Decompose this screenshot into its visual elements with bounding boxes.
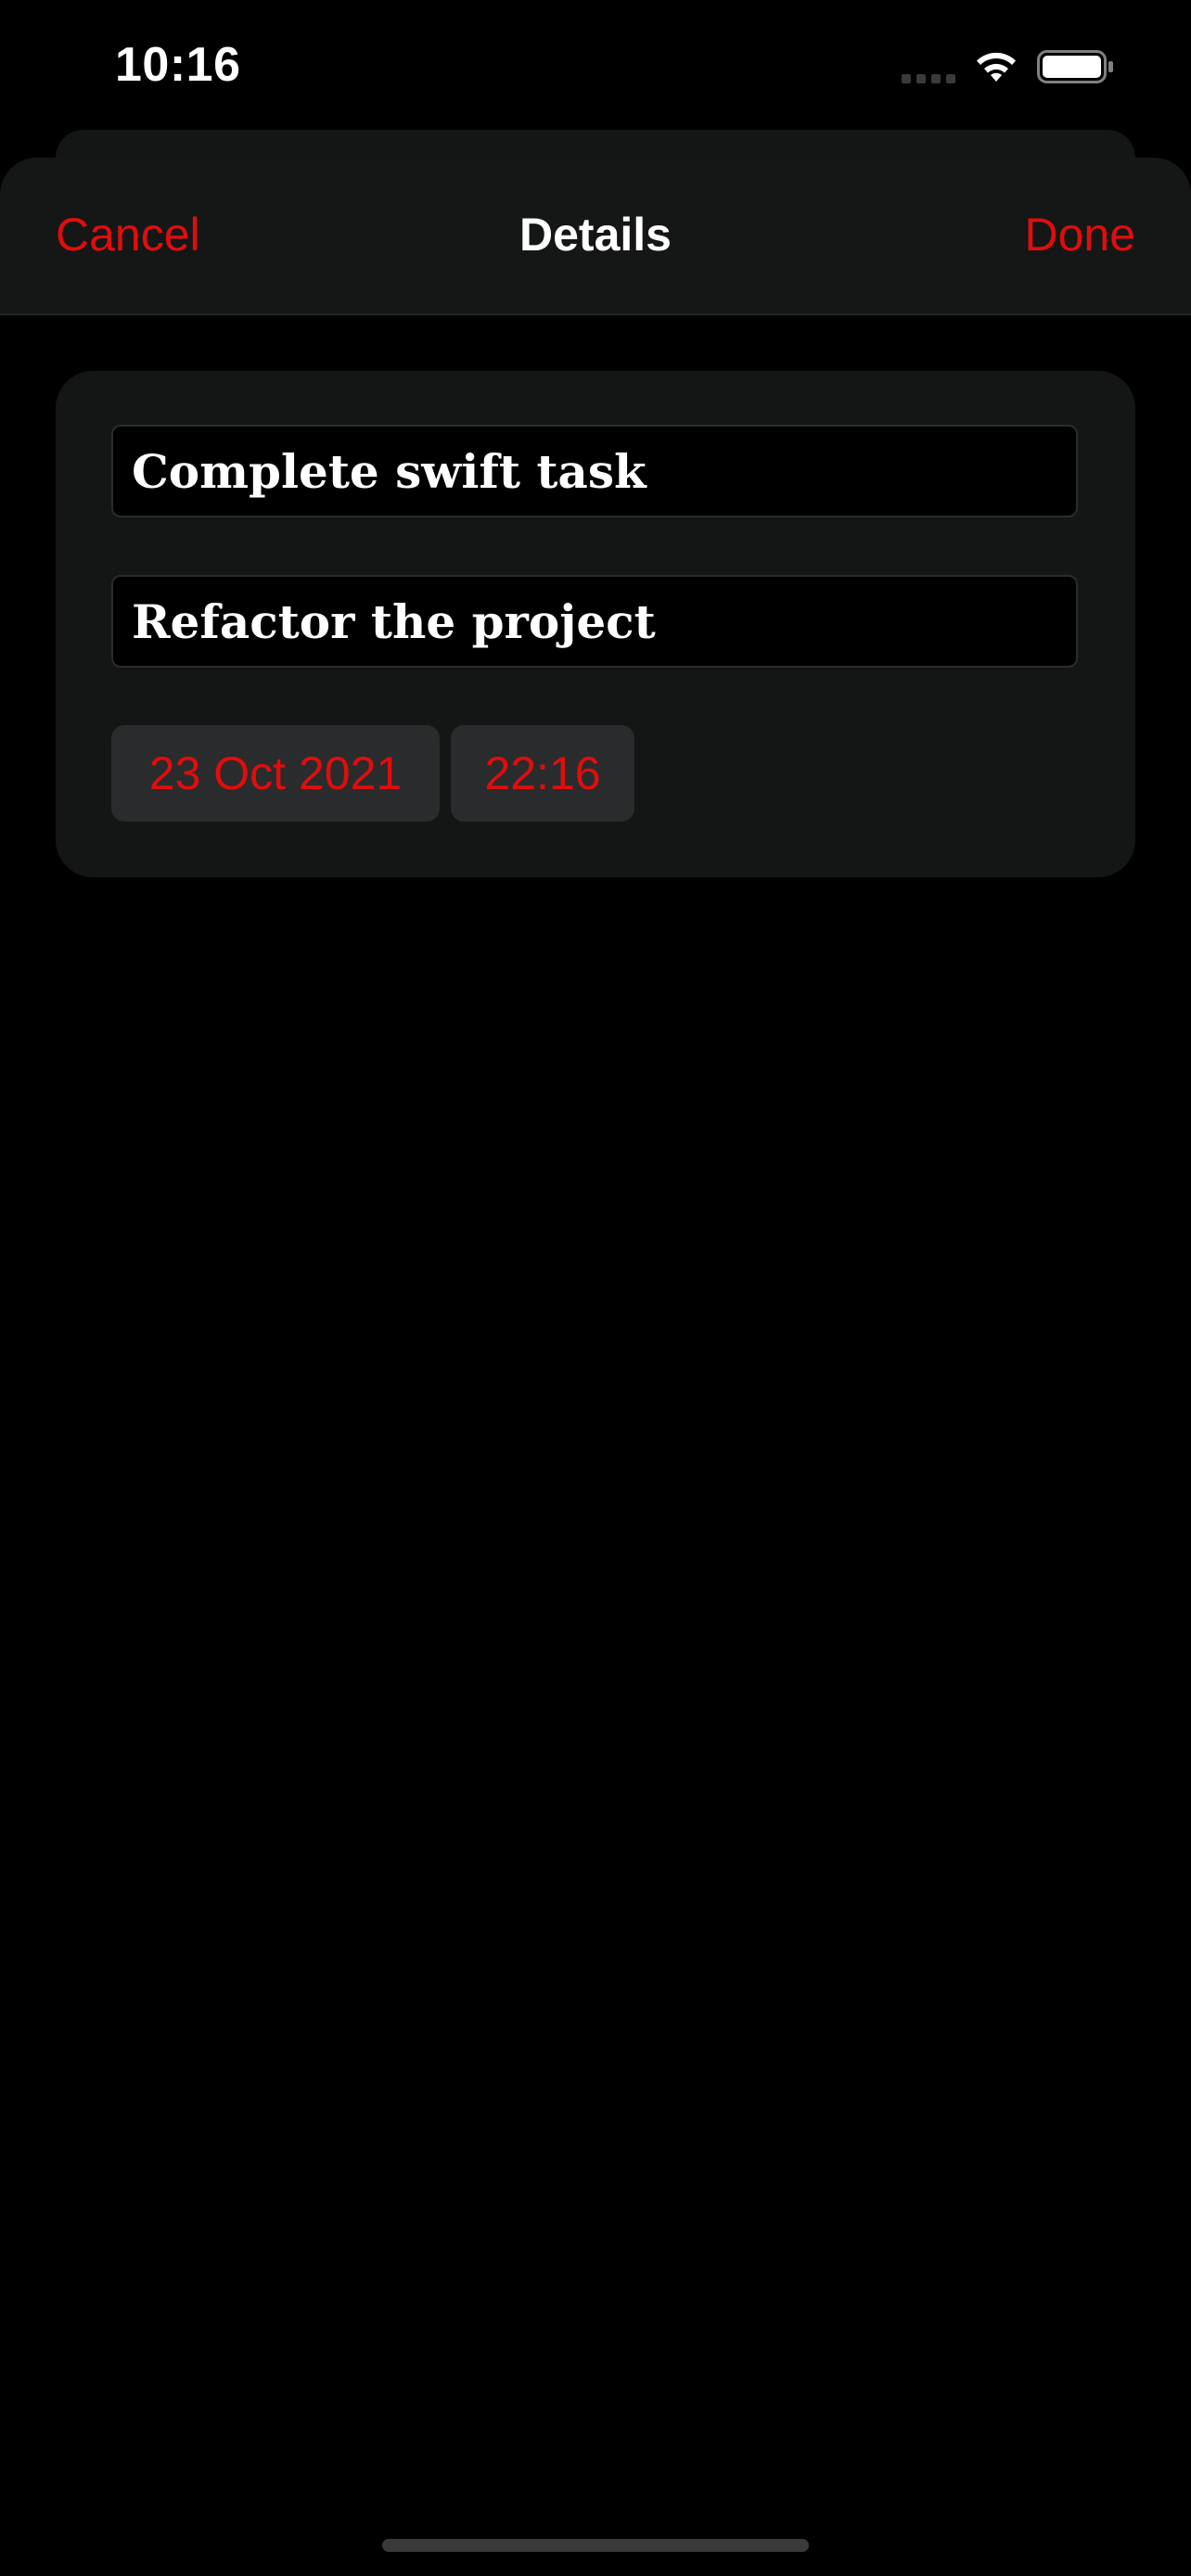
done-button[interactable]: Done: [1024, 208, 1135, 261]
time-value: 22:16: [484, 747, 601, 799]
time-picker-button[interactable]: 22:16: [451, 725, 634, 822]
task-title-field[interactable]: Complete swift task: [111, 425, 1078, 517]
status-bar: 10:16: [0, 0, 1191, 130]
page-title: Details: [519, 209, 672, 261]
date-picker-button[interactable]: 23 Oct 2021: [111, 725, 440, 822]
navigation-bar: Cancel Details Done: [0, 158, 1191, 315]
battery-icon: [1037, 50, 1113, 83]
home-indicator[interactable]: [382, 2539, 809, 2552]
task-notes-field[interactable]: Refactor the project: [111, 575, 1078, 668]
signal-icon: [902, 74, 955, 83]
details-sheet: Cancel Details Done Complete swift task …: [0, 158, 1191, 2576]
wifi-icon: [977, 52, 1016, 82]
details-form-card: Complete swift task Refactor the project…: [56, 371, 1135, 877]
date-value: 23 Oct 2021: [148, 747, 403, 799]
status-time: 10:16: [115, 38, 241, 92]
